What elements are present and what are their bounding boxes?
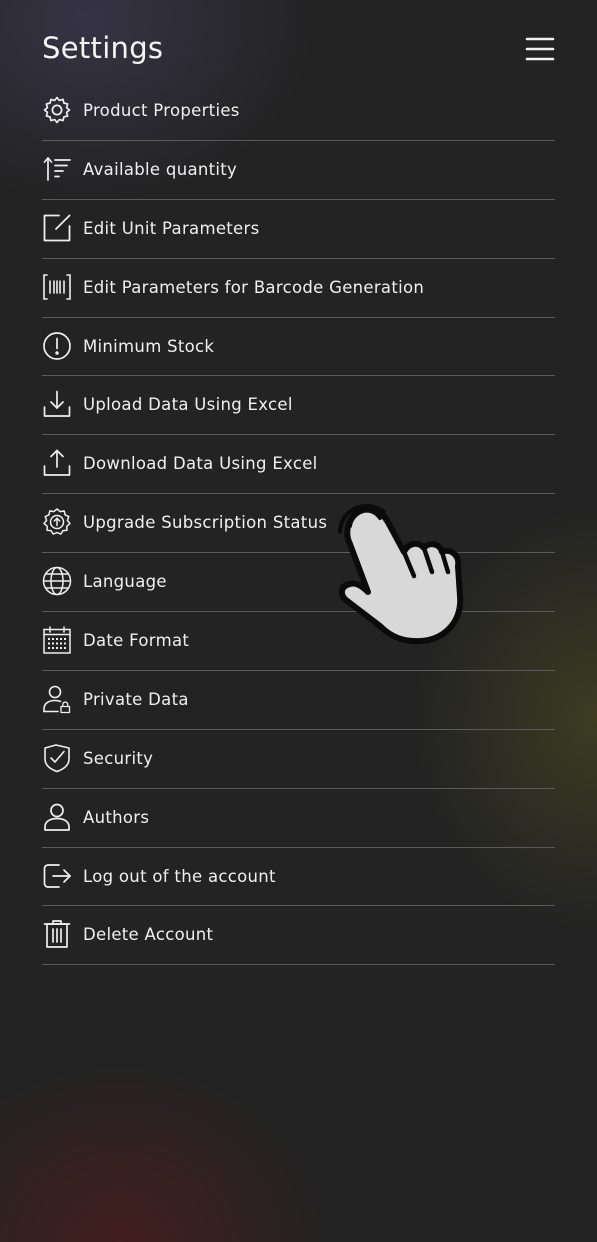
settings-item-download-excel[interactable]: Download Data Using Excel <box>42 435 555 495</box>
user-lock-icon <box>42 684 72 714</box>
settings-item-edit-unit-parameters[interactable]: Edit Unit Parameters <box>42 200 555 259</box>
trash-icon <box>42 919 72 949</box>
settings-item-label: Edit Parameters for Barcode Generation <box>83 277 425 297</box>
settings-item-label: Authors <box>83 807 150 827</box>
settings-item-logout[interactable]: Log out of the account <box>42 848 555 907</box>
settings-item-minimum-stock[interactable]: Minimum Stock <box>42 318 555 377</box>
settings-item-barcode-parameters[interactable]: Edit Parameters for Barcode Generation <box>42 259 555 318</box>
logout-icon <box>42 861 72 891</box>
settings-list: Product Properties Available quantity Ed… <box>42 82 555 966</box>
calendar-icon <box>42 625 72 655</box>
exclamation-circle-icon <box>42 331 72 361</box>
settings-item-label: Upgrade Subscription Status <box>83 513 328 533</box>
hamburger-menu-icon[interactable] <box>520 32 560 66</box>
settings-item-label: Upload Data Using Excel <box>83 395 293 415</box>
settings-item-delete-account[interactable]: Delete Account <box>42 906 555 966</box>
settings-item-label: Date Format <box>83 631 190 651</box>
settings-item-security[interactable]: Security <box>42 730 555 789</box>
settings-item-label: Download Data Using Excel <box>83 454 318 474</box>
shield-check-icon <box>42 743 72 773</box>
globe-icon <box>42 566 72 596</box>
upgrade-gear-icon <box>42 507 72 537</box>
settings-item-upgrade-subscription[interactable]: Upgrade Subscription Status <box>42 494 555 554</box>
settings-item-label: Minimum Stock <box>83 336 215 356</box>
user-icon <box>42 802 72 832</box>
settings-item-label: Language <box>83 572 167 592</box>
settings-item-label: Edit Unit Parameters <box>83 218 260 238</box>
upload-arrow-icon <box>42 448 72 478</box>
settings-item-label: Log out of the account <box>83 866 276 886</box>
settings-item-label: Delete Account <box>83 925 214 945</box>
settings-item-upload-excel[interactable]: Upload Data Using Excel <box>42 376 555 436</box>
settings-item-label: Security <box>83 748 154 768</box>
edit-square-icon <box>42 213 72 243</box>
sort-quantity-icon <box>42 154 72 184</box>
settings-item-date-format[interactable]: Date Format <box>42 612 555 671</box>
gear-icon <box>42 95 72 125</box>
settings-item-label: Product Properties <box>83 101 240 120</box>
settings-item-label: Private Data <box>83 689 189 709</box>
settings-item-language[interactable]: Language <box>42 553 555 613</box>
settings-item-available-quantity[interactable]: Available quantity <box>42 141 555 200</box>
barcode-icon <box>42 272 72 302</box>
settings-item-label: Available quantity <box>83 159 238 179</box>
settings-item-product-properties[interactable]: Product Properties <box>42 82 555 141</box>
page-title: Settings <box>42 31 164 65</box>
header: Settings <box>0 0 597 95</box>
settings-item-authors[interactable]: Authors <box>42 789 555 848</box>
menu-button[interactable] <box>520 32 560 66</box>
settings-item-private-data[interactable]: Private Data <box>42 671 555 730</box>
download-arrow-icon <box>42 389 72 419</box>
